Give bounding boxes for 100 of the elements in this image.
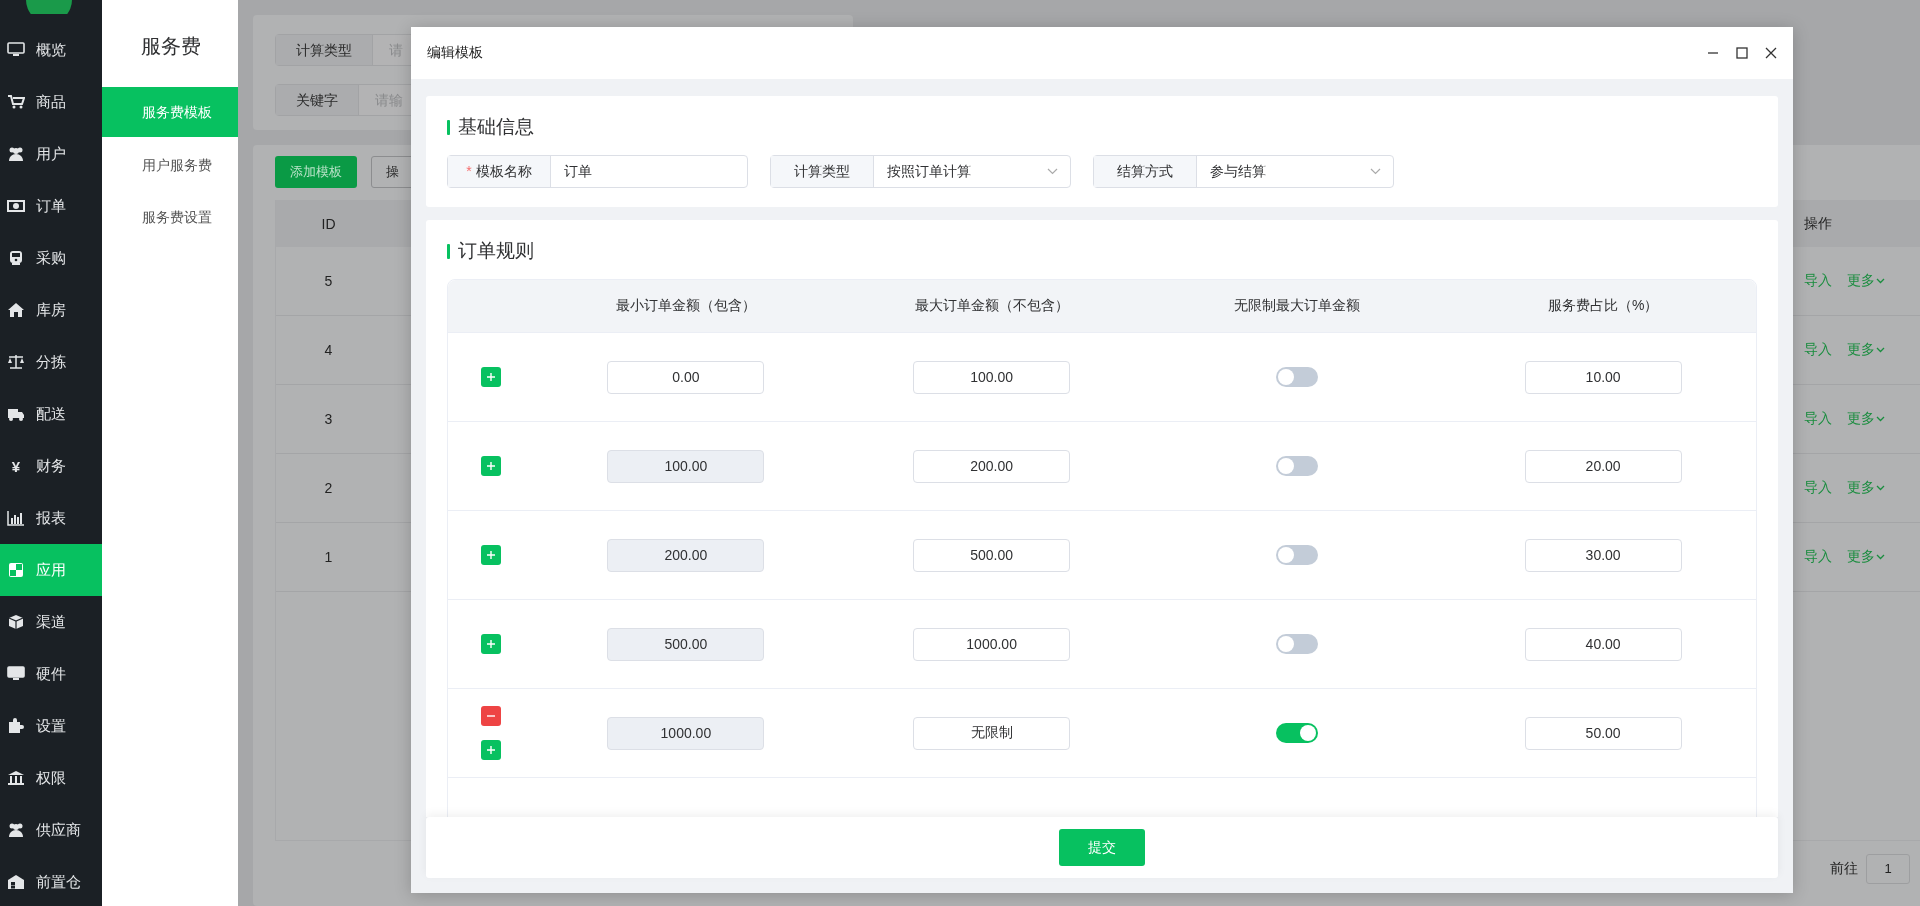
submenu-item[interactable]: 用户服务费 [102,139,238,191]
chevron-down-icon [1047,168,1058,175]
add-row-button[interactable] [480,367,501,387]
submenu-item[interactable]: 服务费设置 [102,191,238,243]
section-title: 订单规则 [458,239,534,263]
toggle-switch[interactable] [1276,367,1319,387]
max-amount-input[interactable]: 100.00 [913,360,1071,394]
remove-row-button[interactable] [480,706,501,726]
field-value: 按照订单计算 [886,162,971,181]
toggle-switch[interactable] [1276,545,1319,565]
goto-label: 前往 [1830,860,1858,878]
logo-icon [24,0,74,14]
chevron-down-icon [1876,485,1885,491]
bus-icon [7,250,25,266]
truck-icon [7,406,25,422]
text-field[interactable]: * 模板名称 订单 [447,155,748,188]
column-header: 服务费占比（%） [1546,297,1660,315]
users-icon [7,146,25,162]
filter-label: 计算类型 [276,35,373,65]
nav-item[interactable]: 概览 [0,24,102,76]
table-cell-text: 1 [323,549,334,565]
nav-item[interactable]: 配送 [0,388,102,440]
chevron-down-icon [1876,278,1885,284]
ratio-input[interactable]: 10.00 [1524,360,1682,394]
column-header: ID [320,215,337,232]
add-row-button[interactable] [480,634,501,654]
bank-icon [7,770,25,786]
max-amount-input[interactable]: 200.00 [913,449,1071,483]
select-field[interactable]: 结算方式 参与结算 [1093,155,1394,188]
field-label: * 模板名称 [448,156,551,187]
monitor-icon [7,666,25,682]
max-amount-input[interactable]: 1000.00 [913,627,1071,661]
section-marker [447,119,450,135]
nav-item[interactable]: 采购 [0,232,102,284]
column-header: 最大订单金额（不包含） [913,297,1070,315]
cart-icon [7,94,25,110]
max-amount-input[interactable]: 无限制 [913,716,1071,750]
ratio-input[interactable]: 20.00 [1524,449,1682,483]
chevron-down-icon [1876,554,1885,560]
table-cell-text: 5 [323,273,334,289]
users-icon [7,822,25,838]
nav-item[interactable]: ¥ 财务 [0,440,102,492]
plus-icon [485,639,496,649]
ratio-input[interactable]: 30.00 [1524,538,1682,572]
bar-chart-icon [7,510,25,526]
page-input[interactable]: 1 [1866,854,1910,884]
field-value: 参与结算 [1209,162,1266,181]
max-amount-input[interactable]: 500.00 [913,538,1071,572]
nav-item[interactable]: 渠道 [0,596,102,648]
table-cell-text: 2 [323,480,334,496]
dialog-title: 编辑模板 [427,44,483,62]
nav-item[interactable]: 供应商 [0,804,102,856]
add-row-button[interactable] [480,456,501,476]
min-amount-input[interactable]: 0.00 [607,360,765,394]
plus-icon [485,745,496,755]
toggle-switch[interactable] [1276,723,1319,743]
cube-icon [7,614,25,630]
maximize-icon[interactable] [1736,47,1748,59]
chevron-down-icon [1876,347,1885,353]
cash-icon [7,198,25,214]
column-header: 无限制最大订单金额 [1233,297,1362,315]
apps-icon [7,562,25,578]
house-icon [7,302,25,318]
field-value: 订单 [563,162,592,181]
nav-item[interactable]: 硬件 [0,648,102,700]
select-field[interactable]: 计算类型 按照订单计算 [770,155,1071,188]
nav-item[interactable]: 订单 [0,180,102,232]
table-cell-text: 4 [323,342,334,358]
plus-icon [485,550,496,560]
nav-item[interactable]: 分拣 [0,336,102,388]
nav-item[interactable]: 商品 [0,76,102,128]
nav-item[interactable]: 报表 [0,492,102,544]
filter-label: 关键字 [276,85,359,115]
close-icon[interactable] [1765,47,1777,59]
toggle-switch[interactable] [1276,634,1319,654]
field-label: 计算类型 [771,156,874,187]
add-row-button[interactable] [480,545,501,565]
submenu-title: 服务费 [140,34,202,59]
chevron-down-icon [1876,416,1885,422]
ratio-input[interactable]: 50.00 [1524,716,1682,750]
field-label: 结算方式 [1094,156,1197,187]
nav-item[interactable]: 前置仓 [0,856,102,906]
toggle-switch[interactable] [1276,456,1319,476]
warehouse-icon [7,874,25,890]
column-header: 操作 [1804,214,1833,233]
nav-item[interactable]: 设置 [0,700,102,752]
section-title: 基础信息 [458,115,534,139]
scale-icon [7,354,25,370]
nav-item[interactable]: 用户 [0,128,102,180]
plus-icon [485,372,496,382]
ratio-input[interactable]: 40.00 [1524,627,1682,661]
plus-icon [485,461,496,471]
column-header: 最小订单金额（包含） [614,297,757,315]
nav-item[interactable]: 库房 [0,284,102,336]
add-row-button[interactable] [480,740,501,760]
section-marker [447,243,450,259]
monitor-icon [7,42,25,58]
puzzle-icon [7,718,25,734]
table-cell-text: 3 [323,411,334,427]
nav-item[interactable]: 权限 [0,752,102,804]
